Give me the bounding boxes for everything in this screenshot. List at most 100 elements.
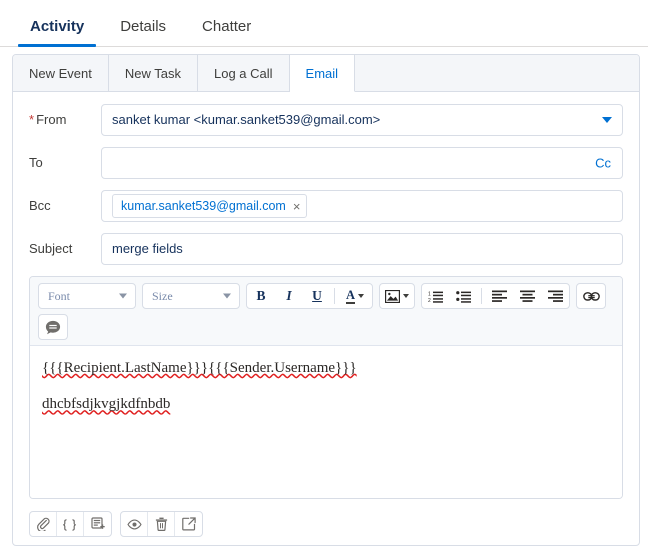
action-tab-new-event[interactable]: New Event	[13, 55, 109, 91]
from-row: * From sanket kumar <kumar.sanket539@gmai…	[29, 104, 623, 136]
subject-row: Subject merge fields	[29, 233, 623, 265]
from-value: sanket kumar <kumar.sanket539@gmail.com>	[112, 112, 381, 127]
font-select[interactable]: Font	[39, 284, 135, 308]
bold-icon: B	[256, 288, 266, 303]
subject-label: Subject	[29, 241, 73, 256]
email-footer-actions: { }	[29, 511, 623, 537]
from-label: * From	[29, 104, 101, 127]
subject-field[interactable]: merge fields	[101, 233, 623, 265]
toolbar-divider	[334, 288, 335, 304]
image-icon	[385, 289, 400, 303]
insert-image-button[interactable]	[380, 284, 414, 308]
add-template-icon	[90, 517, 105, 529]
list-and-align-group: 1 2	[421, 283, 570, 309]
email-actions-group	[120, 511, 203, 537]
action-tab-new-event-label: New Event	[29, 65, 92, 81]
align-right-icon	[547, 290, 563, 302]
email-body-line-2: dhcbfsdjkvgjkdfnbdb	[42, 394, 612, 414]
merge-field-braces-icon: { }	[62, 517, 78, 531]
action-tab-log-a-call[interactable]: Log a Call	[198, 55, 290, 91]
insert-link-button[interactable]	[577, 284, 605, 308]
chevron-down-icon[interactable]	[602, 117, 612, 123]
email-composer-page: Activity Details Chatter New Event New T…	[0, 0, 648, 555]
bcc-field[interactable]: kumar.sanket539@gmail.com ×	[101, 190, 623, 222]
text-color-icon: A	[345, 287, 356, 304]
svg-text:2: 2	[428, 298, 431, 303]
text-color-button[interactable]: A	[338, 284, 372, 308]
record-tab-activity-label: Activity	[30, 18, 85, 35]
action-tab-email-label: Email	[305, 65, 339, 81]
action-tab-bar: New Event New Task Log a Call Email	[13, 55, 639, 92]
underline-button[interactable]: U	[303, 284, 331, 308]
align-right-button[interactable]	[541, 284, 569, 308]
record-tab-details-label: Details	[120, 18, 167, 35]
chevron-down-icon	[223, 293, 231, 299]
underline-icon: U	[312, 288, 322, 303]
action-tab-log-a-call-label: Log a Call	[214, 65, 273, 81]
editor-toolbar-row-2	[38, 314, 614, 340]
rich-text-editor: Font Size B I U A 1 2 {{{Recipient.LastN…	[29, 276, 623, 499]
action-tab-new-task-label: New Task	[124, 65, 181, 81]
email-body-editable[interactable]: {{{Recipient.LastName}}}{{{Sender.Userna…	[30, 346, 622, 498]
align-left-icon	[491, 290, 507, 302]
cc-link[interactable]: Cc	[595, 156, 611, 171]
insert-link-group	[576, 283, 606, 309]
paperclip-icon	[37, 517, 50, 531]
bcc-recipient-pill-label: kumar.sanket539@gmail.com	[121, 199, 286, 213]
font-select-label: Font	[48, 288, 71, 303]
email-body-line-1-text: {{{Recipient.LastName}}}{{{Sender.Userna…	[42, 360, 357, 376]
record-tab-chatter[interactable]: Chatter	[184, 19, 269, 46]
record-tab-bar: Activity Details Chatter	[0, 0, 648, 47]
insert-merge-field-button[interactable]: { }	[57, 512, 84, 536]
svg-text:1: 1	[428, 291, 431, 297]
subject-value: merge fields	[112, 241, 183, 256]
chevron-down-icon	[358, 294, 365, 298]
insert-image-group	[379, 283, 415, 309]
font-select-group: Font	[38, 283, 136, 309]
size-select-label: Size	[152, 288, 173, 303]
to-field[interactable]: Cc	[101, 147, 623, 179]
action-tab-email[interactable]: Email	[289, 55, 356, 92]
bold-button[interactable]: B	[247, 284, 275, 308]
bulleted-list-button[interactable]	[450, 284, 478, 308]
quick-text-group	[38, 314, 68, 340]
to-row: To Cc	[29, 147, 623, 179]
record-tab-activity[interactable]: Activity	[12, 18, 102, 47]
text-format-group: B I U A	[246, 283, 373, 309]
chevron-down-icon	[119, 293, 127, 299]
action-tab-new-task[interactable]: New Task	[109, 55, 198, 91]
size-select[interactable]: Size	[143, 284, 239, 308]
bcc-row: Bcc kumar.sanket539@gmail.com ×	[29, 190, 623, 222]
align-center-icon	[519, 290, 535, 302]
insert-template-button[interactable]	[84, 512, 111, 536]
to-label: To	[29, 155, 43, 170]
from-label-text: From	[36, 112, 67, 127]
bulleted-list-icon	[456, 290, 471, 303]
record-tab-details[interactable]: Details	[102, 19, 184, 46]
size-select-group: Size	[142, 283, 240, 309]
eye-icon	[126, 519, 142, 529]
numbered-list-icon: 1 2	[428, 291, 443, 303]
link-icon	[582, 291, 600, 301]
from-field[interactable]: sanket kumar <kumar.sanket539@gmail.com>	[101, 104, 623, 136]
action-tab-filler	[355, 55, 639, 91]
insert-actions-group: { }	[29, 511, 112, 537]
editor-toolbar: Font Size B I U A 1 2	[30, 277, 622, 346]
bcc-label: Bcc	[29, 198, 51, 213]
email-body-line-1: {{{Recipient.LastName}}}{{{Sender.Userna…	[42, 358, 612, 378]
italic-button[interactable]: I	[275, 284, 303, 308]
bcc-recipient-pill[interactable]: kumar.sanket539@gmail.com ×	[112, 194, 308, 218]
quick-text-button[interactable]	[39, 315, 67, 339]
delete-draft-button[interactable]	[148, 512, 175, 536]
record-tab-chatter-label: Chatter	[202, 18, 252, 35]
preview-button[interactable]	[121, 512, 148, 536]
close-icon[interactable]: ×	[293, 200, 301, 213]
align-left-button[interactable]	[485, 284, 513, 308]
expand-popout-button[interactable]	[175, 512, 202, 536]
email-body-line-2-text: dhcbfsdjkvgjkdfnbdb	[42, 396, 171, 413]
numbered-list-button[interactable]: 1 2	[422, 284, 450, 308]
email-form: * From sanket kumar <kumar.sanket539@gmai…	[13, 92, 639, 265]
attach-file-button[interactable]	[30, 512, 57, 536]
align-center-button[interactable]	[513, 284, 541, 308]
activity-composer-card: New Event New Task Log a Call Email * Fro…	[12, 54, 640, 546]
